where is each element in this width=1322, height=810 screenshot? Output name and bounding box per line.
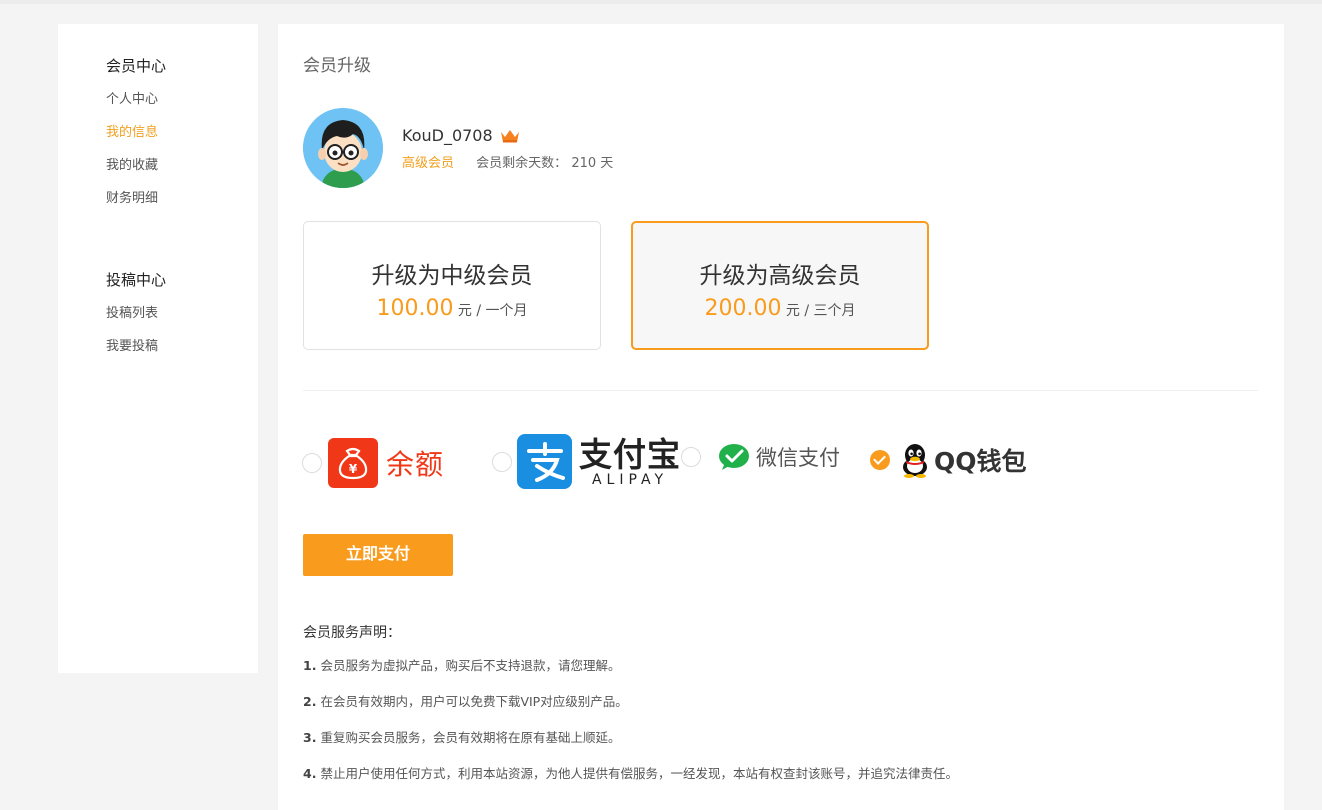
notice-item-number: 2.	[303, 694, 317, 709]
notice-item: 2. 在会员有效期内，用户可以免费下载VIP对应级别产品。	[303, 693, 958, 729]
notice-item-number: 4.	[303, 766, 317, 781]
alipay-icon	[517, 434, 572, 489]
sidebar-item-submit[interactable]: 我要投稿	[106, 338, 166, 356]
days-remaining-value: 210 天	[571, 156, 614, 171]
plan-name: 升级为高级会员	[699, 263, 861, 289]
qq-wallet-label: QQ钱包	[934, 447, 1027, 476]
radio-qq-wallet-checked[interactable]	[870, 450, 890, 470]
qq-penguin-icon	[903, 444, 927, 478]
user-name-row: KouD_0708	[402, 126, 520, 145]
radio-alipay[interactable]	[492, 451, 512, 472]
notice-item: 1. 会员服务为虚拟产品，购买后不支持退款，请您理解。	[303, 657, 958, 693]
sidebar-item-personal-center[interactable]: 个人中心	[106, 91, 166, 109]
wechat-icon	[719, 444, 749, 470]
radio-balance[interactable]	[302, 453, 322, 473]
radio-wechat[interactable]	[681, 447, 701, 467]
plan-name: 升级为中级会员	[371, 263, 533, 289]
notice-item-number: 3.	[303, 730, 317, 745]
balance-label: 余额	[386, 448, 445, 481]
notice-item: 3. 重复购买会员服务，会员有效期将在原有基础上顺延。	[303, 729, 958, 765]
plan-amount: 200.00	[704, 296, 782, 321]
plan-card-advanced[interactable]: 升级为高级会员 200.00 元 / 三个月	[631, 221, 929, 350]
plan-amount: 100.00	[376, 296, 454, 321]
sidebar-group-title: 投稿中心	[106, 271, 167, 289]
notice-item-text: 禁止用户使用任何方式，利用本站资源，为他人提供有偿服务，一经发现，本站有权查封该…	[320, 766, 958, 781]
alipay-label: 支付宝	[579, 434, 681, 474]
payment-option-balance[interactable]: ¥ 余额	[302, 438, 444, 488]
sidebar-item-finance-details[interactable]: 财务明细	[106, 190, 166, 208]
payment-option-wechat[interactable]: 微信支付	[681, 442, 840, 472]
plan-unit: 元 / 三个月	[785, 303, 856, 319]
username: KouD_0708	[402, 126, 493, 145]
sidebar-item-my-info[interactable]: 我的信息	[106, 124, 166, 142]
plan-card-intermediate[interactable]: 升级为中级会员 100.00 元 / 一个月	[303, 221, 601, 350]
sidebar-group-submission: 投稿中心 投稿列表 我要投稿	[106, 270, 166, 356]
avatar	[303, 108, 383, 188]
divider	[303, 390, 1258, 391]
notice-item-text: 在会员有效期内，用户可以免费下载VIP对应级别产品。	[320, 694, 628, 709]
member-service-notice: 会员服务声明： 1. 会员服务为虚拟产品，购买后不支持退款，请您理解。 2. 在…	[303, 622, 958, 801]
plan-price: 100.00 元 / 一个月	[304, 296, 600, 321]
svg-text:¥: ¥	[349, 462, 358, 476]
top-border	[0, 0, 1322, 4]
sidebar-item-submission-list[interactable]: 投稿列表	[106, 305, 166, 323]
alipay-sublabel: ALIPAY	[591, 471, 669, 488]
notice-title: 会员服务声明：	[303, 625, 401, 641]
pay-now-button[interactable]: 立即支付	[303, 534, 453, 576]
payment-option-alipay[interactable]: 支付宝 ALIPAY	[492, 434, 681, 489]
notice-item: 4. 禁止用户使用任何方式，利用本站资源，为他人提供有偿服务，一经发现，本站有权…	[303, 765, 958, 801]
wechat-label: 微信支付	[756, 446, 840, 470]
crown-icon	[500, 129, 519, 142]
sidebar-group-member: 会员中心 个人中心 我的信息 我的收藏 财务明细	[106, 56, 166, 208]
plan-unit: 元 / 一个月	[457, 303, 528, 319]
notice-item-text: 重复购买会员服务，会员有效期将在原有基础上顺延。	[320, 730, 621, 745]
sidebar-item-my-favorites[interactable]: 我的收藏	[106, 157, 166, 175]
alipay-wordmark: 支付宝 ALIPAY	[579, 434, 681, 488]
sidebar-group-title: 会员中心	[106, 57, 167, 75]
member-level-row: 高级会员 会员剩余天数： 210 天	[402, 152, 613, 171]
money-bag-icon: ¥	[328, 438, 378, 488]
sidebar: 会员中心 个人中心 我的信息 我的收藏 财务明细 投稿中心 投稿列表 我要投稿	[58, 24, 258, 673]
cartoon-avatar-icon	[303, 108, 383, 188]
main-panel: 会员升级 KouD_0708 高级会员 会员剩余天数： 210 天 升级为中级会…	[278, 24, 1284, 810]
notice-item-number: 1.	[303, 658, 317, 673]
plan-price: 200.00 元 / 三个月	[633, 296, 927, 321]
page-title: 会员升级	[303, 56, 371, 76]
payment-option-qq-wallet[interactable]: QQ钱包	[870, 442, 1027, 478]
notice-item-text: 会员服务为虚拟产品，购买后不支持退款，请您理解。	[320, 658, 621, 673]
days-remaining-label: 会员剩余天数：	[476, 156, 568, 171]
member-level: 高级会员	[402, 156, 455, 171]
